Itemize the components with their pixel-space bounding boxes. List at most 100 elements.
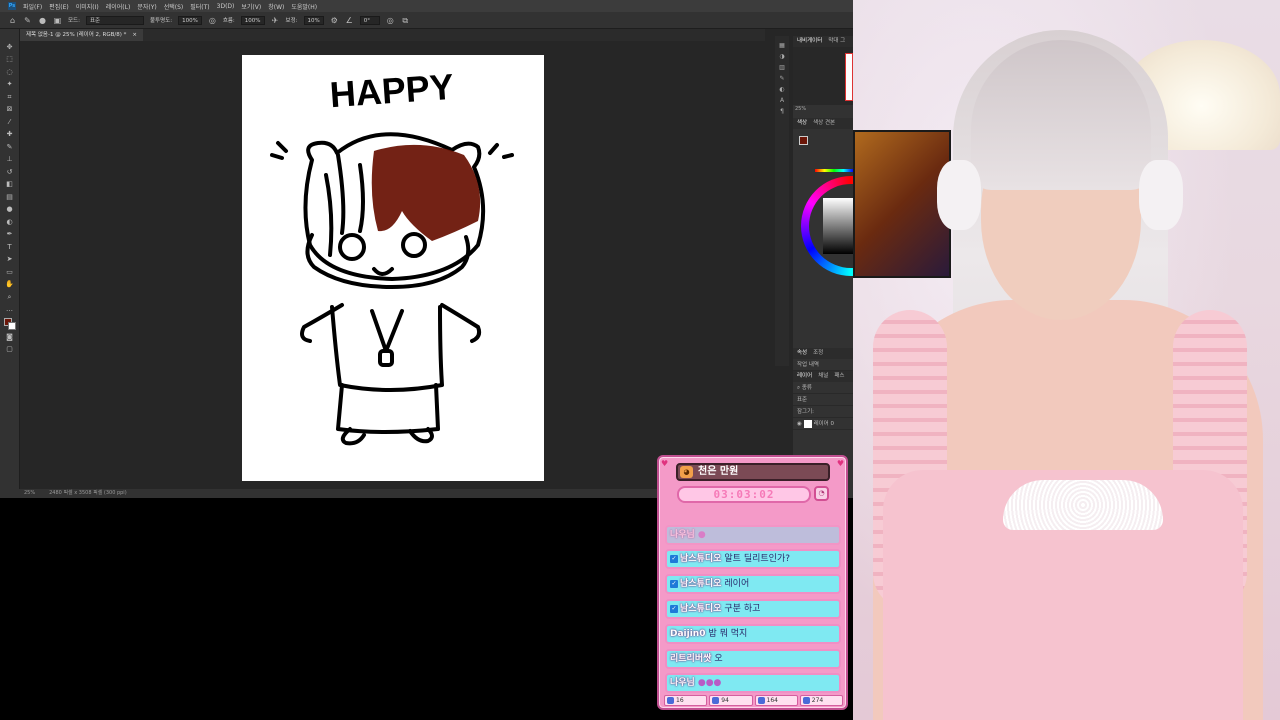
stamp-tool-icon[interactable]: ⊥ <box>5 155 15 164</box>
close-icon[interactable]: × <box>132 29 137 41</box>
layers-tabs: 레이어 채널 패스 <box>793 371 853 382</box>
navigator-thumbnail <box>845 53 853 101</box>
history-icon[interactable]: ▦ <box>778 42 786 50</box>
menu-3d[interactable]: 3D(D) <box>217 3 235 10</box>
blur-tool-icon[interactable]: ● <box>5 205 15 214</box>
canvas[interactable]: HAPPY <box>242 55 544 481</box>
menu-edit[interactable]: 편집(E) <box>49 2 69 11</box>
more-tools-icon[interactable]: … <box>5 305 15 314</box>
tab-channels[interactable]: 채널 <box>818 371 828 382</box>
pressure-size-icon[interactable]: ◎ <box>386 16 395 25</box>
navigator-zoom[interactable]: 25% <box>795 106 806 112</box>
quick-mask-icon[interactable]: ◙ <box>5 333 15 342</box>
marquee-tool-icon[interactable]: ⬚ <box>5 55 15 64</box>
swatches-icon[interactable]: ▥ <box>778 64 786 72</box>
chat-nickname: 남스튜디오 <box>680 604 722 614</box>
menu-file[interactable]: 파일(F) <box>23 2 42 11</box>
navigator-preview[interactable] <box>793 47 853 105</box>
hue-slider[interactable] <box>815 169 853 172</box>
document-tab[interactable]: 제목 없음-1 @ 25% (레이어 2, RGB/8) * × <box>20 29 143 41</box>
tab-properties[interactable]: 속성 <box>797 348 807 359</box>
chat-message: 나우님 ● <box>665 525 841 545</box>
magic-wand-tool-icon[interactable]: ✦ <box>5 80 15 89</box>
screen-mode-icon[interactable]: ▢ <box>5 345 15 354</box>
chat-nickname: 나우님 <box>670 530 695 540</box>
status-doc-info: 2480 픽셀 x 3508 픽셀 (300 ppi) <box>49 490 127 496</box>
menu-filter[interactable]: 필터(T) <box>190 2 209 11</box>
layer-thumbnail <box>803 419 812 428</box>
menu-image[interactable]: 이미지(I) <box>76 2 99 11</box>
opacity-field[interactable]: 100% <box>178 15 202 25</box>
hand-tool-icon[interactable]: ✋ <box>5 280 15 289</box>
angle-icon: ∠ <box>345 15 353 25</box>
panel-dock-strip: ▦ ◑ ▥ ✎ ◐ A ¶ <box>775 36 789 366</box>
menu-type[interactable]: 문자(Y) <box>137 2 156 11</box>
menu-layer[interactable]: 레이어(L) <box>106 2 131 11</box>
chat-text: 구분 하고 <box>724 604 761 614</box>
character-icon[interactable]: A <box>778 97 786 105</box>
brushes-icon[interactable]: ✎ <box>778 75 786 83</box>
paragraph-icon[interactable]: ¶ <box>778 108 786 116</box>
chat-nickname: Daijin0 <box>670 629 706 639</box>
eraser-tool-icon[interactable]: ◧ <box>5 180 15 189</box>
path-select-icon[interactable]: ➤ <box>5 255 15 264</box>
frame-tool-icon[interactable]: ⊠ <box>5 105 15 114</box>
adjustments-icon[interactable]: ◐ <box>778 86 786 94</box>
angle-field[interactable]: 0° <box>359 15 380 25</box>
gear-icon[interactable]: ⚙ <box>330 16 339 25</box>
blend-mode-select[interactable]: 표준 <box>793 394 853 406</box>
gradient-tool-icon[interactable]: ▤ <box>5 193 15 202</box>
history-brush-icon[interactable]: ↺ <box>5 168 15 177</box>
color-swatches[interactable] <box>3 317 16 330</box>
color-icon[interactable]: ◑ <box>778 53 786 61</box>
tab-swatches[interactable]: 색상 견본 <box>813 118 835 129</box>
dodge-tool-icon[interactable]: ◐ <box>5 218 15 227</box>
lasso-tool-icon[interactable]: ◌ <box>5 68 15 77</box>
saturation-square[interactable] <box>823 198 853 254</box>
symmetry-icon[interactable]: ⧉ <box>401 16 410 25</box>
tab-paths[interactable]: 패스 <box>834 371 844 382</box>
tab-histogram[interactable]: 막대 그 <box>828 36 845 47</box>
stat-item: 94 <box>709 695 753 706</box>
flow-field[interactable]: 100% <box>240 15 265 25</box>
tab-layers[interactable]: 레이어 <box>797 371 812 382</box>
foreground-color[interactable] <box>799 136 808 145</box>
home-icon[interactable]: ⌂ <box>8 16 17 25</box>
smoothing-field[interactable]: 10% <box>303 15 324 25</box>
menu-bar: Ps 파일(F) 편집(E) 이미지(I) 레이어(L) 문자(Y) 선택(S)… <box>0 0 853 12</box>
type-tool-icon[interactable]: T <box>5 243 15 252</box>
tab-color[interactable]: 색상 <box>797 118 807 129</box>
healing-tool-icon[interactable]: ✚ <box>5 130 15 139</box>
layer-kind-filter[interactable]: ⌕ 종류 <box>793 382 853 394</box>
right-panels: 내비게이터 막대 그 25% 색상 색상 견본 속성 조정 작업 내역 레이어 … <box>793 36 853 496</box>
pen-tool-icon[interactable]: ✒ <box>5 230 15 239</box>
zoom-tool-icon[interactable]: ⌕ <box>5 293 15 302</box>
chat-nickname: 나우님 <box>670 678 695 688</box>
tab-navigator[interactable]: 내비게이터 <box>797 36 822 47</box>
menu-help[interactable]: 도움말(H) <box>291 2 317 11</box>
layer-row[interactable]: ◉ 레이어 0 <box>793 418 853 430</box>
ear-muff-left <box>937 160 981 230</box>
chat-message: Daijin0 밥 뭐 먹지 <box>665 624 841 644</box>
brush-settings-icon[interactable]: ▣ <box>53 16 62 25</box>
chat-text: 레이어 <box>724 579 750 589</box>
pressure-opacity-icon[interactable]: ◎ <box>208 16 217 25</box>
move-tool-icon[interactable]: ✥ <box>5 43 15 52</box>
mode-select[interactable]: 표준 <box>85 15 144 25</box>
menu-view[interactable]: 보기(V) <box>241 2 261 11</box>
history-panel-tab[interactable]: 작업 내역 <box>793 359 853 371</box>
brush-tool-icon[interactable]: ✎ <box>5 143 15 152</box>
status-zoom[interactable]: 25% <box>24 489 35 498</box>
tab-adjustments[interactable]: 조정 <box>813 348 823 359</box>
eyedropper-tool-icon[interactable]: ⁄ <box>5 118 15 127</box>
brush-preset-icon[interactable]: ● <box>38 16 47 25</box>
menu-window[interactable]: 창(W) <box>268 2 284 11</box>
stat-item: 274 <box>799 695 843 706</box>
airbrush-icon[interactable]: ✈ <box>271 16 280 25</box>
canvas-area[interactable]: HAPPY <box>20 41 765 489</box>
brush-tool-icon[interactable]: ✎ <box>23 16 32 25</box>
emote-icon: ●●● <box>697 678 722 688</box>
shape-tool-icon[interactable]: ▭ <box>5 268 15 277</box>
crop-tool-icon[interactable]: ⌗ <box>5 93 15 102</box>
menu-select[interactable]: 선택(S) <box>164 2 184 11</box>
